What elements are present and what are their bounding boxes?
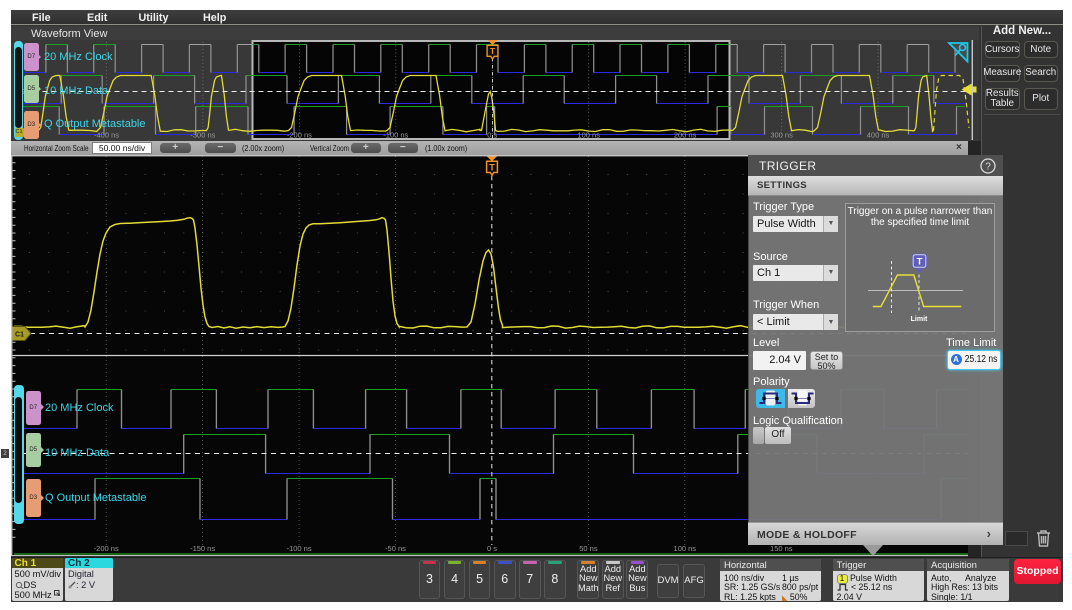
- svg-text:-100 ns: -100 ns: [383, 131, 408, 140]
- svg-text:50 ns: 50 ns: [579, 544, 598, 553]
- svg-text:150 ns: 150 ns: [770, 544, 793, 553]
- svg-text:-50 ns: -50 ns: [385, 544, 406, 553]
- svg-text:-300 ns: -300 ns: [190, 131, 215, 140]
- svg-text:?: ?: [985, 162, 991, 173]
- svg-text:-400 ns: -400 ns: [93, 131, 118, 140]
- svg-text:Limit: Limit: [911, 316, 928, 323]
- svg-text:300 ns: 300 ns: [770, 131, 793, 140]
- svg-text:-200 ns: -200 ns: [94, 544, 119, 553]
- svg-text:T: T: [917, 256, 923, 267]
- svg-text:-100 ns: -100 ns: [287, 544, 312, 553]
- svg-text:T: T: [489, 163, 495, 173]
- svg-text:T: T: [489, 46, 495, 56]
- svg-text:200 ns: 200 ns: [673, 131, 696, 140]
- svg-text:100 ns: 100 ns: [577, 131, 600, 140]
- svg-text:-200 ns: -200 ns: [286, 131, 311, 140]
- svg-text:400 ns: 400 ns: [866, 131, 889, 140]
- svg-text:C1: C1: [15, 332, 24, 339]
- svg-text:100 ns: 100 ns: [674, 544, 697, 553]
- svg-text:0 s: 0 s: [487, 131, 497, 140]
- svg-text:0 s: 0 s: [487, 544, 497, 553]
- svg-text:-150 ns: -150 ns: [190, 544, 215, 553]
